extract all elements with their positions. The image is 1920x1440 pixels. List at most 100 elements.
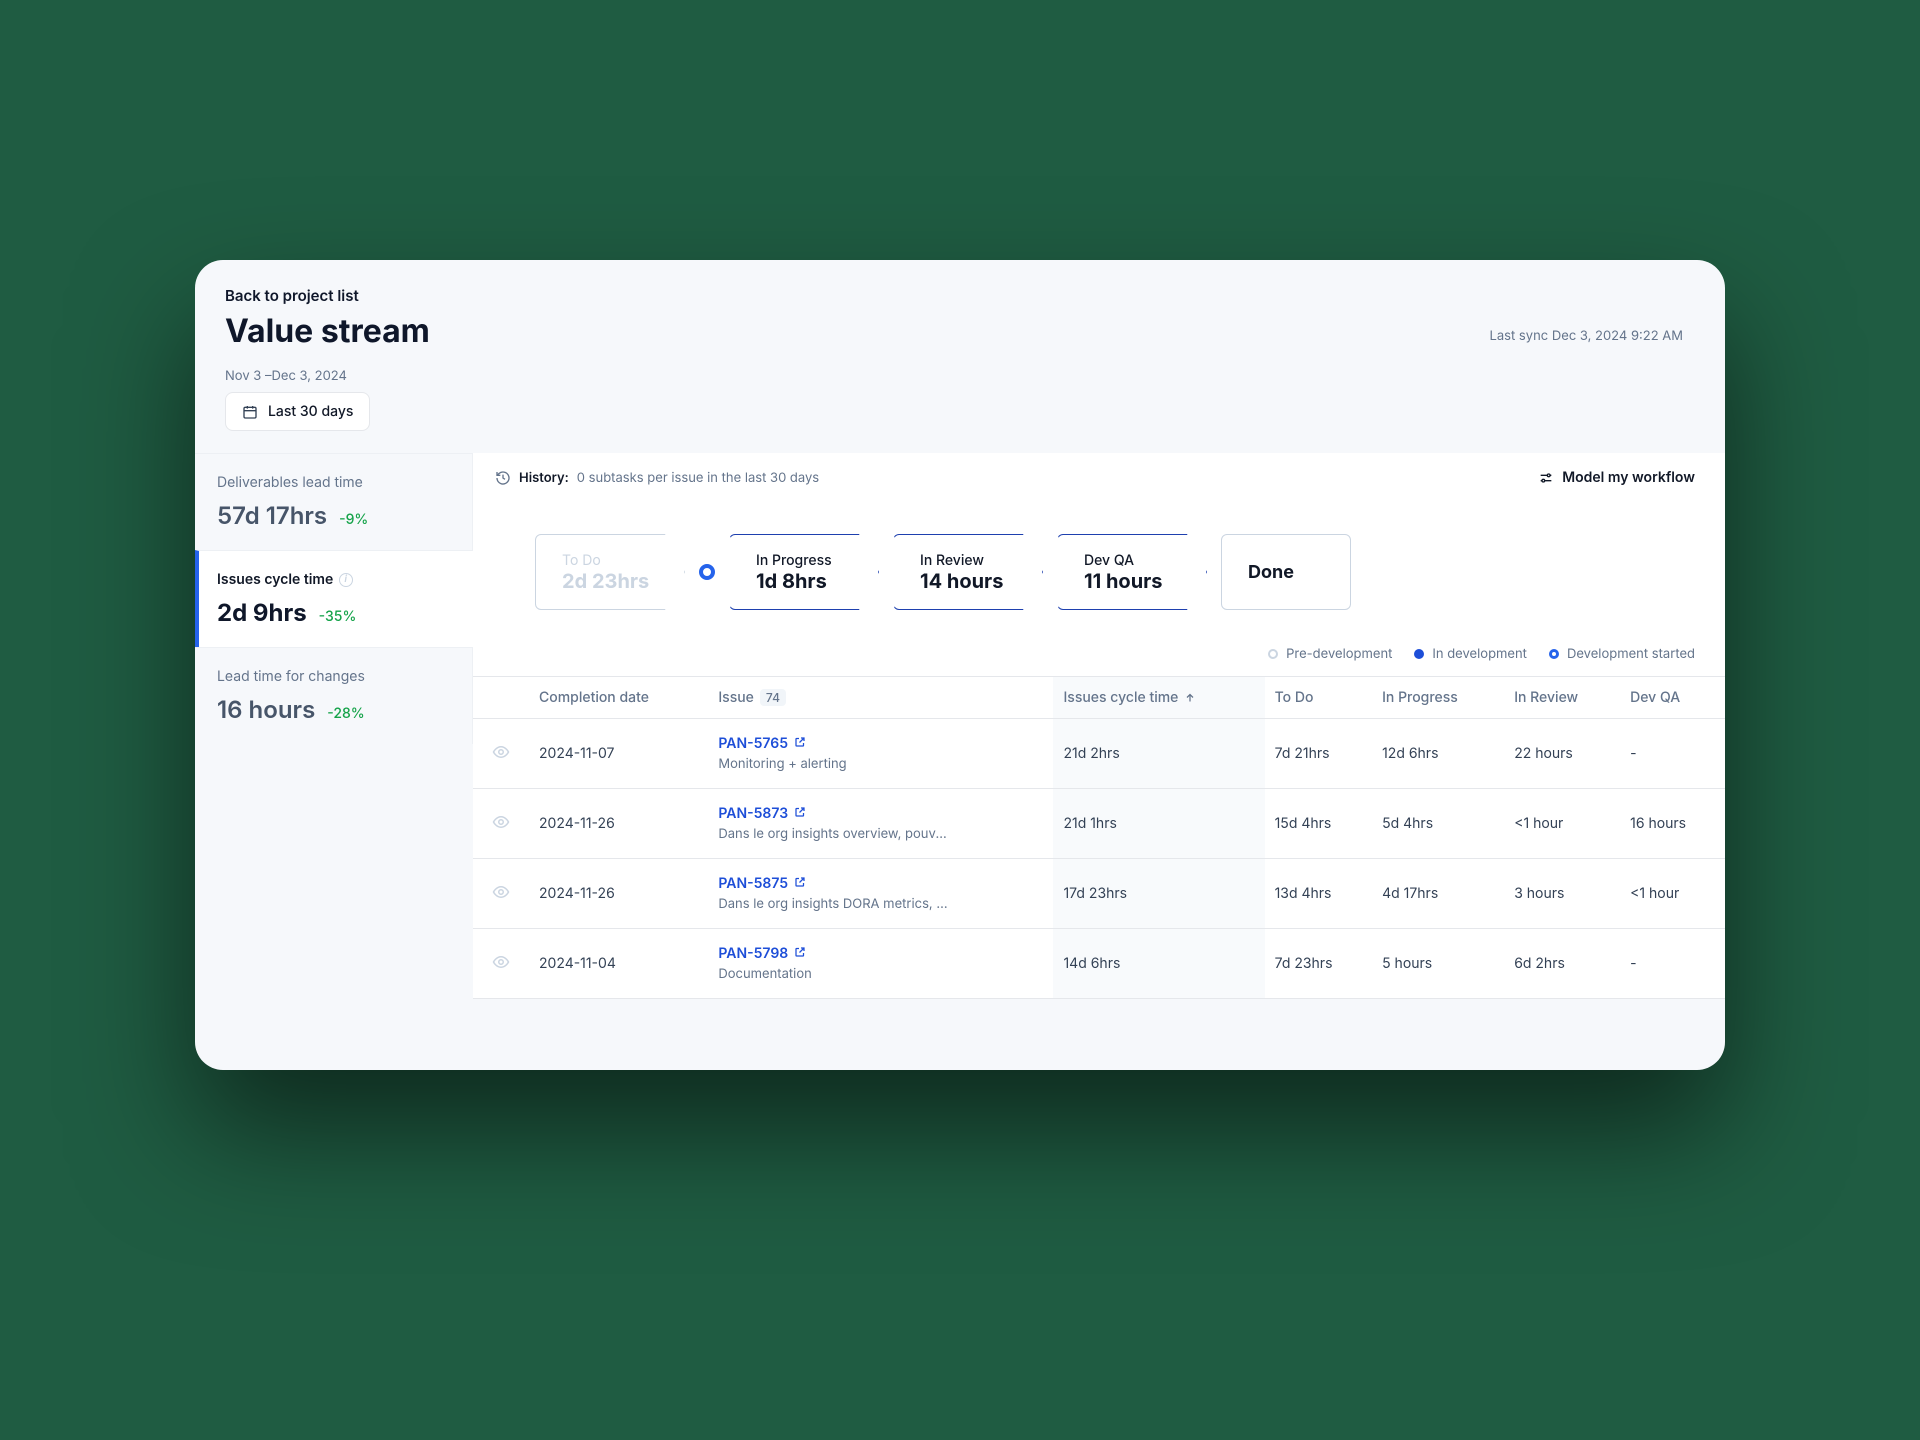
back-to-projects-link[interactable]: Back to project list (225, 286, 430, 305)
cell-in-progress: 4d 17hrs (1372, 859, 1504, 929)
metric-value: 2d 9hrs (217, 598, 307, 627)
sliders-icon (1538, 470, 1554, 486)
metric-delta: -28% (327, 705, 364, 722)
issue-link[interactable]: PAN-5765 (718, 735, 806, 752)
cell-completion-date: 2024-11-26 (529, 859, 708, 929)
stage-in-progress[interactable]: In Progress 1d 8hrs (729, 534, 879, 610)
metric-value: 16 hours (217, 695, 315, 724)
cell-dev-qa: <1 hour (1620, 859, 1725, 929)
date-range: Nov 3 –Dec 3, 2024 (225, 368, 1695, 384)
cell-todo: 7d 23hrs (1265, 929, 1372, 999)
cell-in-review: <1 hour (1504, 789, 1620, 859)
cell-in-review: 3 hours (1504, 859, 1620, 929)
cell-in-progress: 5 hours (1372, 929, 1504, 999)
col-completion-date[interactable]: Completion date (529, 677, 708, 719)
issue-count-pill: 74 (760, 689, 786, 706)
metric-label: Deliverables lead time (217, 474, 450, 491)
issue-description: Dans le org insights DORA metrics, pouvo… (718, 896, 948, 912)
row-visibility-toggle[interactable] (473, 859, 529, 929)
app-window: Back to project list Value stream Last s… (195, 260, 1725, 1070)
col-issues-cycle-time[interactable]: Issues cycle time (1053, 677, 1264, 719)
cell-in-review: 22 hours (1504, 719, 1620, 789)
row-visibility-toggle[interactable] (473, 929, 529, 999)
main-panel: History: 0 subtasks per issue in the las… (473, 453, 1725, 999)
issue-link[interactable]: PAN-5875 (718, 875, 806, 892)
cell-completion-date: 2024-11-04 (529, 929, 708, 999)
legend-pre-development: Pre-development (1268, 646, 1392, 662)
stage-label: Dev QA (1084, 552, 1180, 569)
stage-value: 11 hours (1084, 569, 1180, 593)
cell-issue: PAN-5765 Monitoring + alerting (708, 719, 1053, 789)
model-workflow-button[interactable]: Model my workflow (1538, 469, 1695, 486)
cell-completion-date: 2024-11-26 (529, 789, 708, 859)
table-row[interactable]: 2024-11-26PAN-5873 Dans le org insights … (473, 789, 1725, 859)
legend-in-development: In development (1414, 646, 1527, 662)
metrics-sidebar: Deliverables lead time 57d 17hrs -9% Iss… (195, 453, 473, 999)
cell-completion-date: 2024-11-07 (529, 719, 708, 789)
stage-value: 14 hours (920, 569, 1016, 593)
history-text: History: 0 subtasks per issue in the las… (495, 470, 819, 486)
table-row[interactable]: 2024-11-26PAN-5875 Dans le org insights … (473, 859, 1725, 929)
table-row[interactable]: 2024-11-07PAN-5765 Monitoring + alerting… (473, 719, 1725, 789)
date-picker-row: Nov 3 –Dec 3, 2024 Last 30 days (195, 350, 1725, 431)
calendar-icon (242, 404, 258, 420)
cell-dev-qa: 16 hours (1620, 789, 1725, 859)
col-in-progress[interactable]: In Progress (1372, 677, 1504, 719)
external-link-icon (794, 945, 806, 962)
cell-cycle-time: 14d 6hrs (1053, 929, 1264, 999)
metric-deliverables-lead-time[interactable]: Deliverables lead time 57d 17hrs -9% (195, 453, 473, 550)
cell-dev-qa: - (1620, 929, 1725, 999)
stage-value: 2d 23hrs (562, 569, 658, 593)
external-link-icon (794, 875, 806, 892)
issues-table: Completion date Issue74 Issues cycle tim… (473, 676, 1725, 999)
metric-label: Lead time for changes (217, 668, 450, 685)
cell-cycle-time: 21d 1hrs (1053, 789, 1264, 859)
stage-todo[interactable]: To Do 2d 23hrs (535, 534, 685, 610)
table-row[interactable]: 2024-11-04PAN-5798 Documentation14d 6hrs… (473, 929, 1725, 999)
stage-value: Done (1248, 562, 1324, 583)
stage-dev-qa[interactable]: Dev QA 11 hours (1057, 534, 1207, 610)
cell-issue: PAN-5873 Dans le org insights overview, … (708, 789, 1053, 859)
page-title: Value stream (225, 311, 430, 350)
issue-description: Dans le org insights overview, pouvoir f… (718, 826, 948, 842)
row-visibility-toggle[interactable] (473, 719, 529, 789)
issue-link[interactable]: PAN-5873 (718, 805, 806, 822)
cell-in-progress: 12d 6hrs (1372, 719, 1504, 789)
row-visibility-toggle[interactable] (473, 789, 529, 859)
workflow-stages: To Do 2d 23hrs In Progress 1d 8hrs In Re… (473, 500, 1725, 646)
date-range-button-label: Last 30 days (268, 403, 353, 420)
arrow-up-icon (1184, 692, 1196, 704)
date-range-button[interactable]: Last 30 days (225, 392, 370, 431)
cell-todo: 13d 4hrs (1265, 859, 1372, 929)
history-icon (495, 470, 511, 486)
col-todo[interactable]: To Do (1265, 677, 1372, 719)
stage-label: To Do (562, 552, 658, 569)
cell-todo: 15d 4hrs (1265, 789, 1372, 859)
col-issue[interactable]: Issue74 (708, 677, 1053, 719)
cell-issue: PAN-5875 Dans le org insights DORA metri… (708, 859, 1053, 929)
stage-in-review[interactable]: In Review 14 hours (893, 534, 1043, 610)
col-dev-qa[interactable]: Dev QA (1620, 677, 1725, 719)
stage-label: In Progress (756, 552, 852, 569)
info-icon[interactable] (339, 573, 353, 587)
header: Back to project list Value stream Last s… (195, 260, 1725, 350)
col-in-review[interactable]: In Review (1504, 677, 1620, 719)
legend-development-started: Development started (1549, 646, 1695, 662)
issue-link[interactable]: PAN-5798 (718, 945, 806, 962)
metric-issues-cycle-time[interactable]: Issues cycle time 2d 9hrs -35% (195, 550, 473, 647)
metric-lead-time-for-changes[interactable]: Lead time for changes 16 hours -28% (195, 647, 473, 744)
cell-issue: PAN-5798 Documentation (708, 929, 1053, 999)
cell-todo: 7d 21hrs (1265, 719, 1372, 789)
external-link-icon (794, 735, 806, 752)
stage-label: In Review (920, 552, 1016, 569)
external-link-icon (794, 805, 806, 822)
development-started-dot-icon (699, 564, 715, 580)
metric-delta: -9% (339, 511, 368, 528)
cell-in-review: 6d 2hrs (1504, 929, 1620, 999)
cell-cycle-time: 17d 23hrs (1053, 859, 1264, 929)
metric-value: 57d 17hrs (217, 501, 327, 530)
cell-cycle-time: 21d 2hrs (1053, 719, 1264, 789)
stage-done[interactable]: Done (1221, 534, 1351, 610)
issue-description: Documentation (718, 966, 948, 982)
stage-value: 1d 8hrs (756, 569, 852, 593)
